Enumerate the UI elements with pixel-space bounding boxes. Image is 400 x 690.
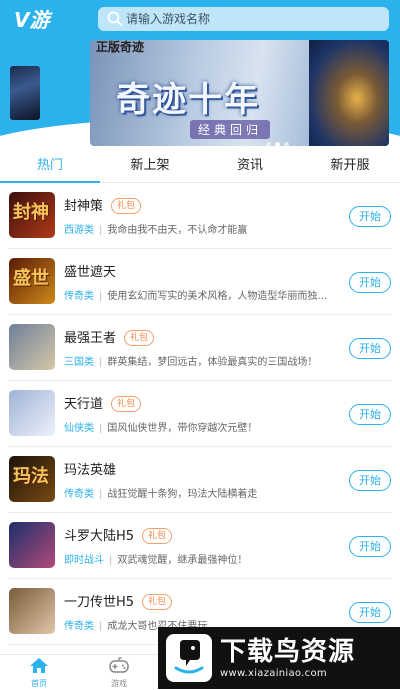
game-name[interactable]: 斗罗大陆H5 <box>64 529 134 544</box>
game-description: 使用玄幻而写实的美术风格，人物造型华丽而独特，富… <box>107 291 334 302</box>
game-category: 传奇类 <box>64 621 94 632</box>
game-meta: 三国类 | 群英集结，梦回远古，体验最真实的三国战场！ <box>64 353 334 368</box>
search-icon <box>107 11 123 27</box>
tab-new[interactable]: 新上架 <box>100 150 200 182</box>
meta-divider: | <box>99 489 103 500</box>
gift-badge: 礼包 <box>142 594 173 610</box>
game-row[interactable]: 天行道 礼包仙侠类 | 国风仙侠世界，带你穿越次元壁！ 开始 <box>0 381 400 447</box>
meta-divider: | <box>99 423 103 434</box>
game-description: 战狂觉醒十条狗，玛法大陆横着走 <box>107 489 258 500</box>
tab-news[interactable]: 资讯 <box>200 150 300 182</box>
start-game-button[interactable]: 开始 <box>349 338 391 359</box>
gift-badge: 礼包 <box>111 198 142 214</box>
game-name[interactable]: 一刀传世H5 <box>64 595 134 610</box>
banner-prev-slide[interactable] <box>10 66 40 120</box>
game-description: 群英集结，梦回远古，体验最真实的三国战场！ <box>107 357 318 368</box>
start-game-button[interactable]: 开始 <box>349 272 391 293</box>
watermark-bird-logo <box>166 634 212 682</box>
gift-badge: 礼包 <box>142 528 173 544</box>
banner-title: 奇迹十年 <box>116 80 260 120</box>
game-row[interactable]: 封神 封神策 礼包西游类 | 我命由我不由天，不认命才能赢 开始 <box>0 183 400 249</box>
game-row[interactable]: 盛世 盛世遮天传奇类 | 使用玄幻而写实的美术风格，人物造型华丽而独特，富… 开始 <box>0 249 400 315</box>
home-icon <box>30 658 48 673</box>
game-description: 我命由我不由天，不认命才能赢 <box>107 225 248 236</box>
nav-home[interactable]: 首页 <box>14 657 64 689</box>
tab-hot[interactable]: 热门 <box>0 150 100 183</box>
search-bar[interactable] <box>98 7 389 31</box>
game-name-line: 封神策 礼包 <box>64 195 142 214</box>
start-game-button[interactable]: 开始 <box>349 206 391 227</box>
meta-divider: | <box>99 357 103 368</box>
game-name-line: 最强王者 礼包 <box>64 327 155 346</box>
thumbnail-logo-text: 盛世 <box>13 268 49 289</box>
game-meta: 传奇类 | 战狂觉醒十条狗，玛法大陆横着走 <box>64 485 334 500</box>
nav-home-label: 首页 <box>31 679 47 688</box>
game-meta: 传奇类 | 使用玄幻而写实的美术风格，人物造型华丽而独特，富… <box>64 287 334 302</box>
game-category: 仙侠类 <box>64 423 94 434</box>
nav-games[interactable]: 游戏 <box>94 657 144 689</box>
start-game-button[interactable]: 开始 <box>349 536 391 557</box>
watermark-title: 下载鸟资源 <box>220 637 356 667</box>
app-logo[interactable]: V游 <box>14 7 49 33</box>
game-name[interactable]: 天行道 <box>64 397 103 412</box>
gamepad-icon <box>109 657 129 673</box>
thumbnail-logo-text: 玛法 <box>13 466 49 487</box>
banner-dot-active[interactable] <box>275 142 280 146</box>
game-category: 传奇类 <box>64 489 94 500</box>
banner-dot[interactable] <box>284 142 289 146</box>
game-name[interactable]: 封神策 <box>64 199 103 214</box>
game-name[interactable]: 最强王者 <box>64 331 116 346</box>
game-description: 国风仙侠世界，带你穿越次元壁！ <box>107 423 258 434</box>
gift-badge: 礼包 <box>111 396 142 412</box>
meta-divider: | <box>99 225 103 236</box>
game-name-line: 一刀传世H5 礼包 <box>64 591 173 610</box>
banner-corner-text: 正版奇迹 <box>96 40 145 54</box>
game-row[interactable]: 斗罗大陆H5 礼包即时战斗 | 双武魂觉醒，继承最强神位！ 开始 <box>0 513 400 579</box>
nav-games-label: 游戏 <box>111 679 127 688</box>
banner-pager <box>266 132 293 146</box>
top-header: V游 <box>0 0 400 40</box>
category-tabs: 热门 新上架 资讯 新开服 <box>0 150 400 183</box>
start-game-button[interactable]: 开始 <box>349 404 391 425</box>
game-thumbnail[interactable] <box>9 390 55 436</box>
game-name[interactable]: 盛世遮天 <box>64 265 116 280</box>
banner-artwork <box>309 40 389 146</box>
game-name-line: 玛法英雄 <box>64 459 116 478</box>
game-row[interactable]: 玛法 玛法英雄传奇类 | 战狂觉醒十条狗，玛法大陆横着走 开始 <box>0 447 400 513</box>
game-category: 即时战斗 <box>64 555 104 566</box>
banner-area: 正版奇迹 奇迹十年 经典回归 <box>0 40 400 148</box>
game-meta: 即时战斗 | 双武魂觉醒，继承最强神位！ <box>64 551 334 566</box>
game-meta: 西游类 | 我命由我不由天，不认命才能赢 <box>64 221 334 236</box>
gift-badge: 礼包 <box>124 330 155 346</box>
search-input[interactable] <box>126 7 381 31</box>
game-thumbnail[interactable]: 盛世 <box>9 258 55 304</box>
game-thumbnail[interactable] <box>9 522 55 568</box>
watermark-url: www.xiazainiao.com <box>220 668 327 679</box>
tab-new-servers[interactable]: 新开服 <box>300 150 400 182</box>
game-name-line: 天行道 礼包 <box>64 393 142 412</box>
game-thumbnail[interactable] <box>9 324 55 370</box>
game-category: 西游类 <box>64 225 94 236</box>
meta-divider: | <box>109 555 113 566</box>
thumbnail-logo-text: 封神 <box>13 202 49 223</box>
game-name-line: 斗罗大陆H5 礼包 <box>64 525 173 544</box>
game-thumbnail[interactable] <box>9 588 55 634</box>
game-row[interactable]: 最强王者 礼包三国类 | 群英集结，梦回远古，体验最真实的三国战场！ 开始 <box>0 315 400 381</box>
meta-divider: | <box>99 621 103 632</box>
game-name-line: 盛世遮天 <box>64 261 116 280</box>
watermark: 下载鸟资源 www.xiazainiao.com <box>158 627 400 689</box>
game-category: 传奇类 <box>64 291 94 302</box>
banner-subtitle: 经典回归 <box>190 120 271 139</box>
game-description: 双武魂觉醒，继承最强神位！ <box>117 555 248 566</box>
promo-banner[interactable]: 正版奇迹 奇迹十年 经典回归 <box>90 40 389 146</box>
meta-divider: | <box>99 291 103 302</box>
game-meta: 仙侠类 | 国风仙侠世界，带你穿越次元壁！ <box>64 419 334 434</box>
start-game-button[interactable]: 开始 <box>349 602 391 623</box>
game-name[interactable]: 玛法英雄 <box>64 463 116 478</box>
start-game-button[interactable]: 开始 <box>349 470 391 491</box>
banner-dot[interactable] <box>266 142 271 146</box>
game-thumbnail[interactable]: 封神 <box>9 192 55 238</box>
game-category: 三国类 <box>64 357 94 368</box>
game-thumbnail[interactable]: 玛法 <box>9 456 55 502</box>
